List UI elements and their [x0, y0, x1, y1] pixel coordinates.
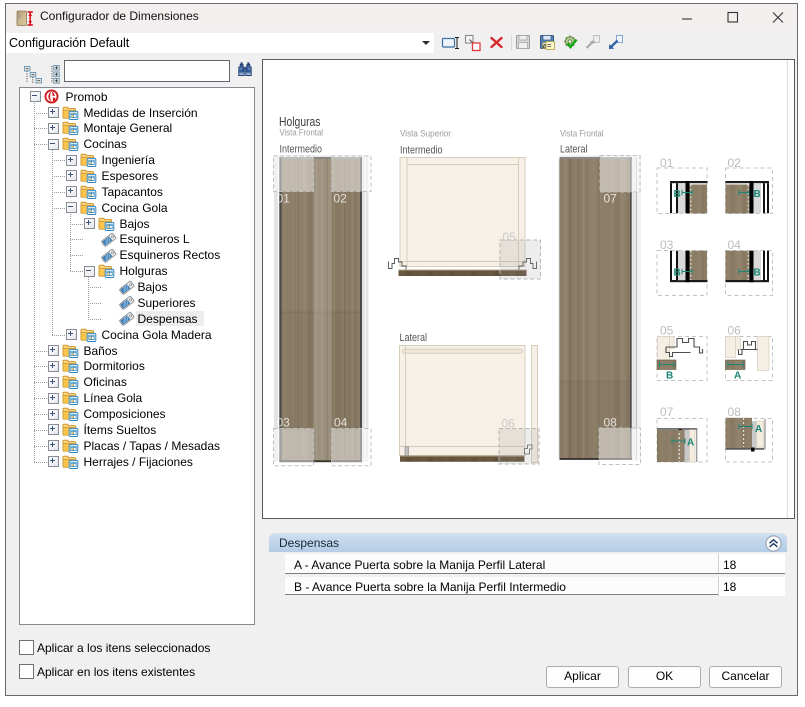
svg-text:B: B: [666, 371, 673, 382]
svg-text:Intermedio: Intermedio: [280, 144, 323, 156]
svg-text:04: 04: [728, 238, 742, 252]
svg-text:03: 03: [277, 416, 291, 430]
svg-text:B: B: [754, 268, 761, 279]
svg-text:07: 07: [604, 192, 618, 206]
svg-text:08: 08: [604, 416, 618, 430]
svg-text:08: 08: [728, 405, 742, 419]
svg-text:Intermedio: Intermedio: [400, 145, 443, 157]
svg-text:05: 05: [660, 324, 674, 338]
svg-text:07: 07: [660, 405, 674, 419]
svg-text:A: A: [755, 424, 762, 435]
svg-text:Lateral: Lateral: [400, 332, 428, 344]
svg-text:Vista Frontal: Vista Frontal: [280, 128, 324, 139]
svg-text:B: B: [674, 189, 681, 200]
svg-text:06: 06: [502, 417, 516, 431]
svg-text:03: 03: [660, 238, 674, 252]
svg-text:06: 06: [728, 324, 742, 338]
svg-text:A: A: [687, 438, 694, 449]
svg-text:A: A: [734, 371, 741, 382]
svg-text:05: 05: [503, 230, 517, 244]
svg-text:=: =: [547, 41, 552, 50]
svg-text:02: 02: [334, 192, 348, 206]
svg-text:Lateral: Lateral: [560, 144, 588, 156]
svg-text:01: 01: [277, 192, 291, 206]
svg-text:Vista Frontal: Vista Frontal: [560, 129, 604, 140]
svg-text:Vista Superior: Vista Superior: [400, 129, 451, 140]
svg-text:B: B: [754, 189, 761, 200]
svg-text:B: B: [674, 268, 681, 279]
svg-text:04: 04: [334, 416, 348, 430]
